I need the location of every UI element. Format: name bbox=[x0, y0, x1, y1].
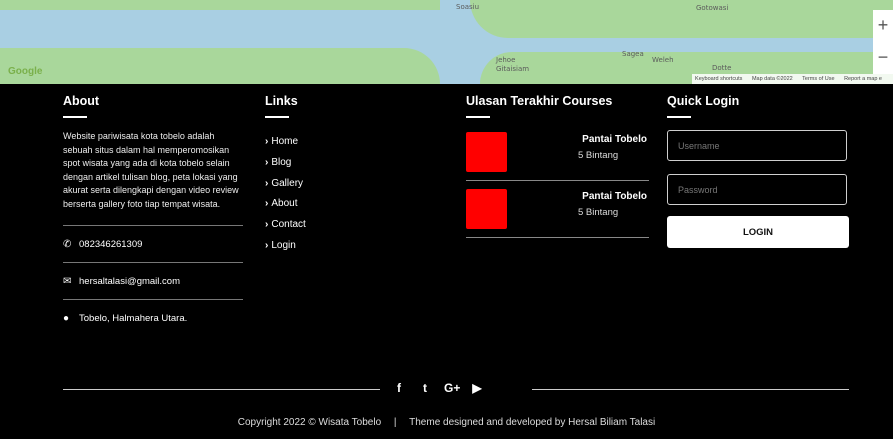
zoom-out-button[interactable]: − bbox=[873, 42, 893, 74]
keyboard-shortcuts-link[interactable]: Keyboard shortcuts bbox=[695, 76, 742, 82]
chevron-right-icon: › bbox=[265, 156, 269, 168]
contact-phone: ✆ 082346261309 bbox=[63, 226, 243, 262]
footer-link-login[interactable]: › Login bbox=[265, 236, 385, 257]
copyright-bar: Copyright 2022 © Wisata Tobelo | Theme d… bbox=[0, 417, 893, 428]
link-label: Login bbox=[271, 239, 296, 251]
heading-underline bbox=[466, 116, 490, 118]
links-list: › Home › Blog › Gallery › About › Contact › Lo… bbox=[265, 132, 385, 257]
about-heading: About bbox=[63, 94, 100, 108]
map-label: Soasiu bbox=[456, 3, 480, 11]
link-label: Contact bbox=[271, 219, 306, 231]
report-error-link[interactable]: Report a map e bbox=[844, 76, 882, 82]
map-land-southwest bbox=[0, 48, 440, 84]
courses-heading: Ulasan Terakhir Courses bbox=[466, 94, 613, 108]
footer-link-contact[interactable]: › Contact bbox=[265, 215, 385, 236]
review-rating: 5 Bintang bbox=[578, 150, 619, 161]
chevron-right-icon: › bbox=[265, 239, 269, 251]
twitter-icon[interactable]: t bbox=[418, 381, 432, 395]
social-icons: f t G+ ▶ bbox=[392, 381, 484, 395]
envelope-icon: ✉ bbox=[63, 275, 72, 287]
map-data-text: Map data ©2022 bbox=[751, 76, 793, 82]
about-column: About Website pariwisata kota tobelo ada… bbox=[63, 94, 243, 336]
map-land-northeast bbox=[470, 0, 893, 38]
divider bbox=[532, 389, 849, 390]
login-button[interactable]: LOGIN bbox=[667, 216, 849, 248]
username-input[interactable] bbox=[667, 130, 847, 161]
map-zoom-control: + − bbox=[873, 10, 893, 74]
contact-address: ● Tobelo, Halmahera Utara. bbox=[63, 300, 243, 336]
map-label: Gotowasi bbox=[696, 4, 729, 12]
quick-login-column: Quick Login LOGIN bbox=[667, 94, 849, 248]
footer-link-gallery[interactable]: › Gallery bbox=[265, 174, 385, 195]
phone-icon: ✆ bbox=[63, 238, 72, 250]
google-plus-icon[interactable]: G+ bbox=[444, 381, 460, 395]
chevron-right-icon: › bbox=[265, 198, 269, 210]
map-label: Weleh bbox=[652, 56, 674, 64]
map-label: Jehoe bbox=[496, 56, 516, 64]
review-item[interactable]: Pantai Tobelo 5 Bintang bbox=[466, 132, 649, 181]
google-logo[interactable]: Google bbox=[8, 66, 42, 77]
heading-underline bbox=[667, 116, 691, 118]
footer-link-about[interactable]: › About bbox=[265, 194, 385, 215]
footer-link-blog[interactable]: › Blog bbox=[265, 153, 385, 174]
zoom-in-button[interactable]: + bbox=[873, 10, 893, 42]
divider bbox=[466, 180, 649, 181]
heading-underline bbox=[265, 116, 289, 118]
login-heading: Quick Login bbox=[667, 94, 740, 108]
review-thumbnail[interactable] bbox=[466, 132, 507, 172]
chevron-right-icon: › bbox=[265, 219, 269, 231]
map-land-north bbox=[0, 0, 440, 10]
address-text: Tobelo, Halmahera Utara. bbox=[79, 312, 188, 324]
facebook-icon[interactable]: f bbox=[392, 381, 406, 395]
credit-text: Theme designed and developed by Hersal B… bbox=[409, 417, 656, 428]
chevron-right-icon: › bbox=[265, 136, 269, 147]
separator: | bbox=[393, 417, 397, 428]
link-label: Gallery bbox=[271, 177, 304, 189]
review-title[interactable]: Pantai Tobelo bbox=[582, 191, 647, 202]
embedded-map[interactable]: Soasiu Gotowasi Sagea Weleh Jehoe Gitais… bbox=[0, 0, 893, 84]
link-label: About bbox=[271, 198, 298, 210]
review-title[interactable]: Pantai Tobelo bbox=[582, 134, 647, 145]
review-thumbnail[interactable] bbox=[466, 189, 507, 229]
phone-number: 082346261309 bbox=[79, 238, 143, 250]
map-label: Gitaisiam bbox=[496, 65, 530, 73]
heading-underline bbox=[63, 116, 87, 118]
review-rating: 5 Bintang bbox=[578, 207, 619, 218]
terms-link[interactable]: Terms of Use bbox=[802, 76, 834, 82]
footer-link-home[interactable]: › Home bbox=[265, 132, 385, 153]
contact-email: ✉ hersaltalasi@gmail.com bbox=[63, 263, 243, 299]
chevron-right-icon: › bbox=[265, 177, 269, 189]
map-label: Dotte bbox=[712, 64, 732, 72]
copyright-text: Copyright 2022 © Wisata Tobelo bbox=[237, 417, 382, 428]
about-description: Website pariwisata kota tobelo adalah se… bbox=[63, 131, 239, 209]
youtube-icon[interactable]: ▶ bbox=[470, 381, 484, 395]
links-heading: Links bbox=[265, 94, 298, 108]
links-column: Links › Home › Blog › Gallery › About › Conta… bbox=[265, 94, 385, 257]
email-address: hersaltalasi@gmail.com bbox=[79, 275, 180, 287]
divider bbox=[466, 237, 649, 238]
recent-reviews-column: Ulasan Terakhir Courses Pantai Tobelo 5 … bbox=[466, 94, 649, 238]
password-input[interactable] bbox=[667, 174, 847, 205]
map-attribution: Keyboard shortcuts Map data ©2022 Terms … bbox=[692, 74, 893, 84]
review-item[interactable]: Pantai Tobelo 5 Bintang bbox=[466, 189, 649, 238]
divider bbox=[63, 389, 380, 390]
link-label: Home bbox=[271, 136, 299, 147]
map-label: Sagea bbox=[622, 50, 644, 58]
link-label: Blog bbox=[271, 156, 292, 168]
map-marker-icon: ● bbox=[63, 312, 70, 324]
